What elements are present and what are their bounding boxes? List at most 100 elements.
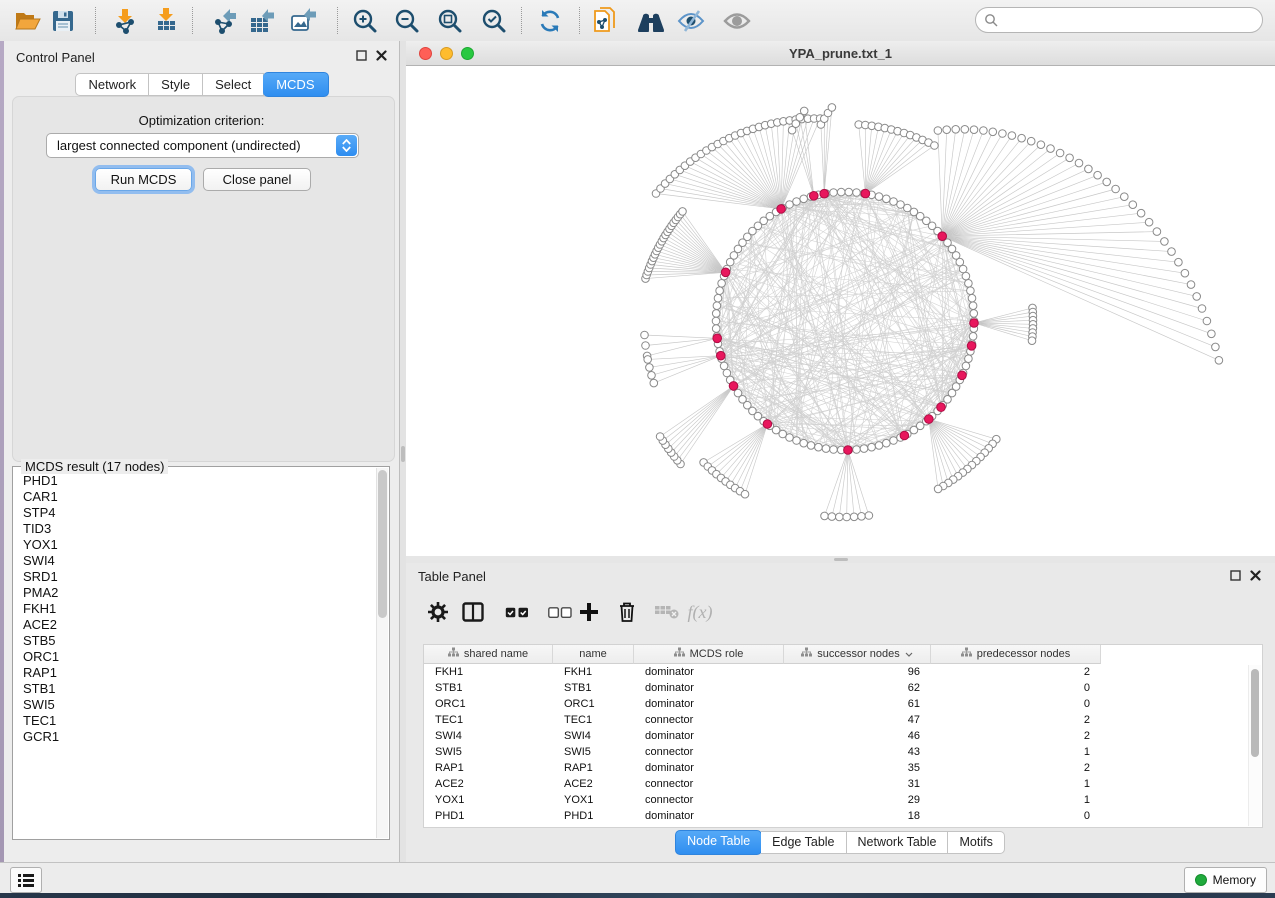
add-column-icon[interactable]	[574, 597, 604, 627]
import-network-icon[interactable]	[110, 6, 140, 36]
list-item[interactable]: ACE2	[14, 617, 376, 633]
horizontal-splitter[interactable]	[406, 556, 1275, 563]
node-table[interactable]: shared namenameMCDS rolesuccessor nodesp…	[423, 644, 1263, 828]
table-row[interactable]: SWI4SWI4dominator462	[424, 728, 1262, 744]
open-session-icon[interactable]	[13, 6, 43, 36]
refresh-layout-icon[interactable]	[535, 6, 565, 36]
list-item[interactable]: CAR1	[14, 489, 376, 505]
select-all-icon[interactable]	[502, 597, 532, 627]
list-item[interactable]: TEC1	[14, 713, 376, 729]
hierarchy-icon	[961, 647, 972, 661]
list-item[interactable]: STB5	[14, 633, 376, 649]
binoculars-icon[interactable]	[636, 6, 666, 36]
table-scrollbar[interactable]	[1248, 665, 1261, 826]
function-builder-icon: f(x)	[685, 597, 715, 627]
close-panel-icon[interactable]	[1250, 570, 1261, 581]
table-toolbar: f(x)	[406, 593, 1275, 633]
table-row[interactable]: SWI5SWI5connector431	[424, 744, 1262, 760]
list-item[interactable]: ORC1	[14, 649, 376, 665]
optimization-criterion-select[interactable]: largest connected component (undirected)	[46, 133, 359, 158]
column-header-MCDS-role[interactable]: MCDS role	[634, 645, 784, 664]
list-item[interactable]: FKH1	[14, 601, 376, 617]
column-header-predecessor-nodes[interactable]: predecessor nodes	[931, 645, 1101, 664]
column-header-successor-nodes[interactable]: successor nodes	[784, 645, 931, 664]
table-row[interactable]: RAP1RAP1dominator352	[424, 760, 1262, 776]
table-row[interactable]: STB1STB1dominator620	[424, 680, 1262, 696]
memory-button[interactable]: Memory	[1184, 867, 1267, 893]
show-graphics-icon[interactable]	[722, 6, 752, 36]
list-item[interactable]: PMA2	[14, 585, 376, 601]
run-mcds-button[interactable]: Run MCDS	[95, 168, 192, 191]
tab-mcds[interactable]: MCDS	[263, 72, 328, 97]
list-item[interactable]: STP4	[14, 505, 376, 521]
float-panel-icon[interactable]	[356, 50, 367, 61]
table-body: FKH1FKH1dominator962STB1STB1dominator620…	[424, 664, 1262, 824]
tab-edge-table[interactable]: Edge Table	[761, 831, 846, 854]
list-item[interactable]: PHD1	[14, 473, 376, 489]
table-row[interactable]: PHD1PHD1dominator180	[424, 808, 1262, 824]
list-item[interactable]: SWI5	[14, 697, 376, 713]
delete-table-icon[interactable]	[652, 597, 682, 627]
search-input[interactable]	[1003, 12, 1254, 28]
hide-graphics-icon[interactable]	[676, 6, 706, 36]
close-panel-button[interactable]: Close panel	[203, 168, 311, 191]
float-panel-icon[interactable]	[1230, 570, 1241, 581]
table-row[interactable]: FKH1FKH1dominator962	[424, 664, 1262, 680]
zoom-in-icon[interactable]	[350, 6, 380, 36]
network-graph[interactable]	[406, 66, 1275, 556]
export-network-icon[interactable]	[210, 6, 240, 36]
gear-icon[interactable]	[423, 597, 453, 627]
close-panel-icon[interactable]	[376, 50, 387, 61]
zoom-out-icon[interactable]	[392, 6, 422, 36]
hierarchy-icon	[674, 647, 685, 661]
deselect-all-icon[interactable]	[545, 597, 575, 627]
tab-select[interactable]: Select	[203, 73, 264, 96]
tab-node-table[interactable]: Node Table	[675, 830, 762, 855]
table-panel-title: Table Panel	[418, 569, 486, 584]
column-header-name[interactable]: name	[553, 645, 634, 664]
table-row[interactable]: ACE2ACE2connector311	[424, 776, 1262, 792]
list-icon	[18, 874, 34, 887]
network-canvas[interactable]	[406, 66, 1275, 556]
table-panel-tabbar: Node TableEdge TableNetwork TableMotifs	[406, 831, 1275, 854]
status-bar: Memory	[0, 862, 1275, 893]
duplicate-network-icon[interactable]	[590, 6, 620, 36]
tab-network-table[interactable]: Network Table	[847, 831, 949, 854]
delete-column-icon[interactable]	[612, 597, 642, 627]
list-item[interactable]: GCR1	[14, 729, 376, 745]
tab-network[interactable]: Network	[75, 73, 149, 96]
control-panel-tabbar: NetworkStyleSelectMCDS	[4, 73, 399, 96]
list-item[interactable]: TID3	[14, 521, 376, 537]
list-item[interactable]: YOX1	[14, 537, 376, 553]
import-table-icon[interactable]	[151, 6, 181, 36]
table-row[interactable]: ORC1ORC1dominator610	[424, 696, 1262, 712]
table-row[interactable]: YOX1YOX1connector291	[424, 792, 1262, 808]
sort-descending-icon	[905, 648, 913, 660]
tab-motifs[interactable]: Motifs	[948, 831, 1004, 854]
show-panels-button[interactable]	[10, 867, 42, 893]
network-window-titlebar[interactable]: YPA_prune.txt_1	[406, 41, 1275, 66]
list-item[interactable]: STB1	[14, 681, 376, 697]
save-session-icon[interactable]	[48, 6, 78, 36]
splitter-handle[interactable]	[834, 558, 848, 561]
table-panel: Table Panel	[406, 563, 1275, 862]
export-table-icon[interactable]	[247, 6, 277, 36]
desktop-wallpaper-strip	[0, 893, 1275, 898]
list-item[interactable]: RAP1	[14, 665, 376, 681]
zoom-selected-icon[interactable]	[479, 6, 509, 36]
table-row[interactable]: TEC1TEC1connector472	[424, 712, 1262, 728]
column-header-shared-name[interactable]: shared name	[424, 645, 553, 664]
zoom-fit-icon[interactable]	[435, 6, 465, 36]
main-toolbar	[0, 0, 1275, 42]
memory-label: Memory	[1213, 873, 1256, 887]
search-icon	[984, 13, 998, 27]
export-image-icon[interactable]	[288, 6, 318, 36]
result-list-scrollbar[interactable]	[376, 468, 388, 838]
list-item[interactable]: SWI4	[14, 553, 376, 569]
split-columns-icon[interactable]	[458, 597, 488, 627]
list-item[interactable]: SRD1	[14, 569, 376, 585]
tab-style[interactable]: Style	[149, 73, 203, 96]
splitter-handle[interactable]	[401, 446, 405, 462]
mcds-result-list: PHD1CAR1STP4TID3YOX1SWI4SRD1PMA2FKH1ACE2…	[14, 473, 376, 838]
hierarchy-icon	[448, 647, 459, 661]
